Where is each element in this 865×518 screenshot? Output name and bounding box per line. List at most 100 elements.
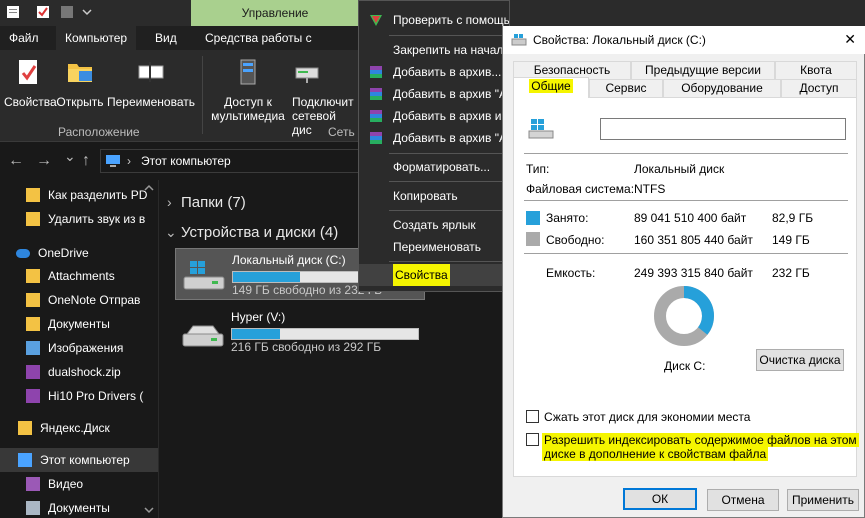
- nav-item[interactable]: Документы: [0, 312, 158, 336]
- folder-icon: [26, 212, 40, 226]
- devices-header[interactable]: Устройства и диски (4): [181, 224, 338, 241]
- nav-item[interactable]: Яндекс.Диск: [0, 416, 158, 440]
- menu-item-pin[interactable]: Закрепить на начальном экране: [359, 39, 509, 61]
- nav-item-label: Яндекс.Диск: [40, 421, 110, 435]
- folder-icon: [26, 188, 40, 202]
- tab-quota[interactable]: Квота: [775, 61, 857, 80]
- menu-item-add-archive[interactable]: Добавить в архив...: [359, 61, 509, 83]
- menu-item-shortcut[interactable]: Создать ярлык: [359, 214, 509, 236]
- nav-item[interactable]: Этот компьютер: [0, 448, 158, 472]
- winrar-icon: [370, 110, 382, 122]
- checkmark-icon[interactable]: [36, 5, 50, 19]
- content-pane: › Папки (7) ⌄ Устройства и диски (4) Лок…: [158, 180, 425, 518]
- tab-tools[interactable]: Сервис: [589, 79, 663, 98]
- drive-v[interactable]: Hyper (V:) 216 ГБ свободно из 292 ГБ: [175, 306, 425, 358]
- drive-v-usage-bar: [231, 328, 419, 340]
- menu-item-format[interactable]: Форматировать...: [359, 156, 509, 178]
- ok-button[interactable]: ОК: [623, 488, 697, 510]
- nav-item[interactable]: Hi10 Pro Drivers (: [0, 384, 158, 408]
- tab-previous-versions[interactable]: Предыдущие версии: [631, 61, 775, 80]
- menu-separator: [389, 261, 505, 262]
- tab-general[interactable]: Общие: [513, 77, 589, 98]
- group-label-location: Расположение: [58, 125, 140, 139]
- recent-locations-icon[interactable]: ⌄: [64, 148, 76, 165]
- filesystem-label: Файловая система:: [526, 182, 635, 196]
- tab-manage[interactable]: Управление: [191, 0, 359, 26]
- nav-item-label: Как разделить PD: [48, 188, 148, 202]
- tab-hardware[interactable]: Оборудование: [663, 79, 781, 98]
- properties-dialog: Свойства: Локальный диск (C:) ✕ Безопасн…: [502, 26, 865, 518]
- compress-checkbox[interactable]: [526, 410, 539, 423]
- nav-item-label: Этот компьютер: [40, 453, 130, 467]
- properties-icon[interactable]: [6, 5, 20, 19]
- tab-drive-tools[interactable]: Средства работы с дисками: [196, 26, 360, 69]
- menu-item-archive-rar-email[interactable]: Добавить в архив "Archive.rar" и отправи…: [359, 127, 509, 149]
- forward-icon[interactable]: →: [36, 152, 52, 170]
- menu-item-rename[interactable]: Переименовать: [359, 236, 509, 258]
- nav-item[interactable]: Изображения: [0, 336, 158, 360]
- index-label-line2: диске в дополнение к свойствам файла: [542, 447, 769, 461]
- network-drive-icon: [295, 67, 319, 83]
- used-space-swatch: [526, 211, 540, 225]
- dialog-title: Свойства: Локальный диск (C:): [533, 33, 706, 47]
- menu-item-copy[interactable]: Копировать: [359, 185, 509, 207]
- drive-v-name: Hyper (V:): [231, 310, 286, 324]
- open-button[interactable]: Открыть: [56, 58, 104, 109]
- up-icon[interactable]: ↑: [82, 152, 90, 170]
- document-folder-icon: [26, 501, 40, 515]
- tab-sharing[interactable]: Доступ: [781, 79, 857, 98]
- media-access-button[interactable]: Доступ к мультимедиа: [206, 58, 290, 123]
- archive-icon: [26, 389, 40, 403]
- used-label: Занято:: [546, 211, 589, 225]
- filesystem-value: NTFS: [634, 182, 666, 196]
- rename-button[interactable]: Переименовать: [106, 58, 196, 109]
- close-icon[interactable]: ✕: [844, 31, 856, 48]
- tab-computer[interactable]: Компьютер: [56, 26, 137, 50]
- zemana-icon: [370, 15, 382, 26]
- index-checkbox[interactable]: [526, 433, 539, 446]
- capacity-label: Емкость:: [546, 266, 596, 280]
- tab-file[interactable]: Файл: [0, 26, 48, 50]
- windows-drive-icon: [183, 261, 225, 290]
- cancel-button[interactable]: Отмена: [707, 489, 779, 511]
- address-bar[interactable]: › Этот компьютер: [100, 149, 362, 173]
- nav-item[interactable]: Удалить звук из в: [0, 207, 158, 231]
- dialog-titlebar[interactable]: Свойства: Локальный диск (C:) ✕: [503, 26, 865, 54]
- navigation-pane: Как разделить PD Удалить звук из в OneDriv…: [0, 180, 158, 518]
- back-icon[interactable]: ←: [8, 152, 24, 170]
- disk-label: Диск С:: [664, 359, 706, 373]
- menu-item-properties[interactable]: Свойства: [359, 264, 509, 286]
- nav-scrollbar[interactable]: [142, 182, 156, 518]
- menu-item-scan[interactable]: Проверить с помощью программы Zemana Ant…: [359, 9, 509, 31]
- general-tab-panel: Тип: Локальный диск Файловая система: NT…: [513, 97, 859, 477]
- used-gb: 82,9 ГБ: [772, 211, 814, 225]
- nav-item[interactable]: dualshock.zip: [0, 360, 158, 384]
- compress-label: Сжать этот диск для экономии места: [544, 410, 751, 424]
- drive-v-free: 216 ГБ свободно из 292 ГБ: [231, 340, 382, 354]
- used-bytes: 89 041 510 400 байт: [634, 211, 747, 225]
- tab-view[interactable]: Вид: [146, 26, 186, 50]
- folder-icon[interactable]: [60, 5, 74, 19]
- nav-item[interactable]: OneDrive: [0, 241, 158, 265]
- menu-separator: [389, 35, 505, 36]
- disk-cleanup-button[interactable]: Очистка диска: [756, 349, 844, 371]
- nav-item[interactable]: OneNote Отправ: [0, 288, 158, 312]
- nav-item[interactable]: Документы: [0, 496, 158, 518]
- chevron-right-icon[interactable]: ›: [167, 194, 172, 210]
- apply-button[interactable]: Применить: [787, 489, 859, 511]
- folders-header[interactable]: Папки (7): [181, 194, 246, 211]
- winrar-icon: [370, 88, 382, 100]
- dropdown-icon[interactable]: [80, 5, 94, 19]
- nav-item[interactable]: Attachments: [0, 264, 158, 288]
- nav-item[interactable]: Как разделить PD: [0, 183, 158, 207]
- nav-item[interactable]: Видео: [0, 472, 158, 496]
- properties-button[interactable]: Свойства: [4, 58, 57, 109]
- menu-item-archive-email[interactable]: Добавить в архив и отправить по e-mail..…: [359, 105, 509, 127]
- volume-label-input[interactable]: [600, 118, 846, 140]
- cloud-icon: [16, 249, 30, 258]
- capacity-bytes: 249 393 315 840 байт: [634, 266, 753, 280]
- chevron-down-icon[interactable]: ⌄: [165, 224, 177, 241]
- menu-item-add-archive-rar[interactable]: Добавить в архив "Archive.rar": [359, 83, 509, 105]
- nav-item-label: Hi10 Pro Drivers (: [48, 389, 144, 403]
- address-path: Этот компьютер: [141, 154, 231, 168]
